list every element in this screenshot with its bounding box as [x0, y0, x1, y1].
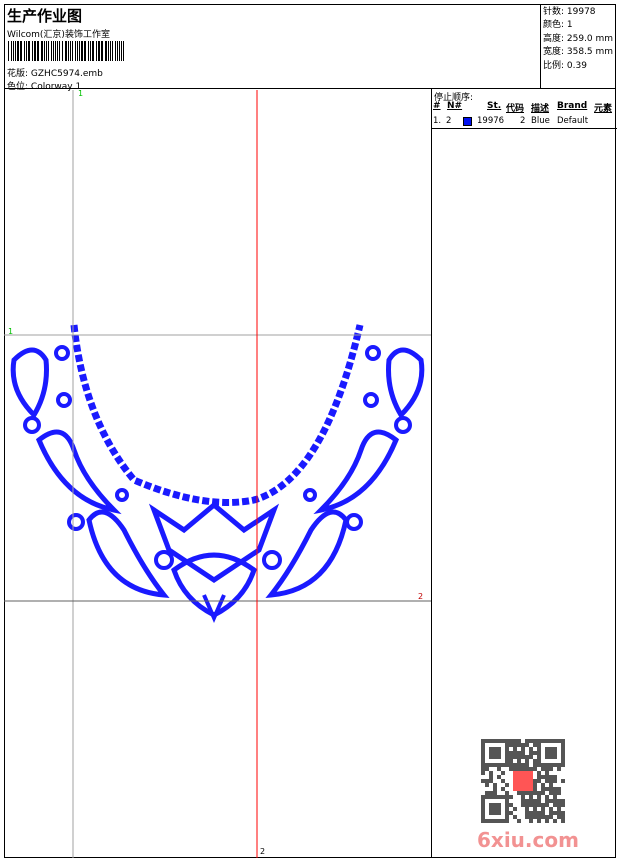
- design-scale: 比例: 0.39: [543, 60, 587, 71]
- col-needle: N#: [447, 101, 463, 111]
- watermark: 6xiu.com: [477, 828, 579, 852]
- row-index: 1.: [433, 116, 442, 126]
- stats-box: 针数: 19978 颜色: 1 高度: 259.0 mm 宽度: 358.5 m…: [540, 4, 616, 89]
- design-height: 高度: 259.0 mm: [543, 33, 614, 44]
- color-count: 颜色: 1: [543, 20, 573, 31]
- guide-label-h2: 2: [418, 592, 424, 601]
- studio-name: Wilcom(汇京)装饰工作室: [7, 30, 110, 40]
- color-swatch: [463, 117, 472, 126]
- design-label: 花版:: [7, 69, 29, 79]
- row-code: 2: [520, 116, 526, 126]
- qr-code: [481, 739, 565, 823]
- col-code: 代码: [506, 104, 525, 114]
- col-index: #: [433, 101, 441, 111]
- barcode: [8, 41, 124, 61]
- guide-label-v1: 1: [78, 89, 84, 98]
- design-file: 花版: GZHC5974.emb: [7, 66, 103, 79]
- col-element: 元素: [594, 104, 613, 114]
- guide-label-v2: 2: [260, 847, 266, 856]
- row-desc: Blue: [531, 116, 550, 126]
- row-needle: 2: [446, 116, 452, 126]
- table-row[interactable]: 1. 2 19976 2 Blue Default: [432, 116, 617, 129]
- row-stitches: 19976: [477, 116, 505, 126]
- stitch-count: 针数: 19978: [543, 7, 596, 17]
- design-value: GZHC5974.emb: [30, 69, 103, 79]
- col-brand: Brand: [557, 101, 588, 111]
- guide-label-h1: 1: [8, 327, 14, 336]
- col-desc: 描述: [531, 104, 550, 114]
- col-stitches: St.: [487, 101, 502, 111]
- design-width: 宽度: 358.5 mm: [543, 47, 614, 58]
- table-header: # N# St. 代码 描述 Brand 元素: [432, 101, 617, 115]
- header: 生产作业图 Wilcom(汇京)装饰工作室 花版: GZHC5974.emb 色…: [4, 4, 616, 92]
- embroidery-design: [4, 90, 431, 858]
- row-brand: Default: [557, 116, 589, 126]
- page-title: 生产作业图: [7, 7, 83, 25]
